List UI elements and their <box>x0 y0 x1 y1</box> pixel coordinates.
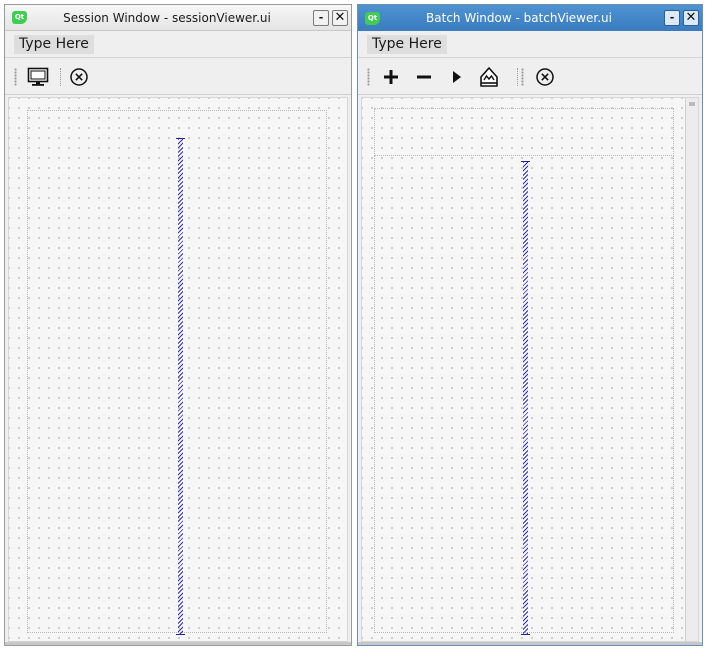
play-icon[interactable] <box>446 66 468 88</box>
plus-icon[interactable] <box>380 66 402 88</box>
vertical-spacer[interactable] <box>521 161 530 635</box>
menu-type-here[interactable]: Type Here <box>14 35 94 54</box>
batch-window: Qt Batch Window - batchViewer.ui - ✕ Typ… <box>357 4 703 646</box>
close-button[interactable]: ✕ <box>683 10 699 26</box>
qt-logo-icon: Qt <box>12 11 27 24</box>
minus-icon[interactable] <box>413 66 435 88</box>
toolbar-grip[interactable] <box>367 68 370 86</box>
vertical-spacer[interactable] <box>176 138 185 635</box>
session-toolbar <box>5 59 351 95</box>
batch-window-titlebar[interactable]: Qt Batch Window - batchViewer.ui - ✕ <box>358 5 702 31</box>
close-button[interactable]: ✕ <box>332 9 348 26</box>
session-window: Qt Session Window - sessionViewer.ui - ✕… <box>4 4 352 646</box>
monitor-icon[interactable] <box>27 66 49 88</box>
batch-toolbar <box>358 59 702 95</box>
toolbar-separator <box>60 68 62 86</box>
layout-frame-top <box>374 108 674 156</box>
session-window-title: Session Window - sessionViewer.ui <box>63 10 271 25</box>
minimize-button[interactable]: - <box>313 9 329 26</box>
window-bottom-edge <box>358 642 702 645</box>
menu-type-here[interactable]: Type Here <box>367 35 447 54</box>
minimize-button[interactable]: - <box>664 10 680 26</box>
clip-marker-icon[interactable] <box>478 66 500 88</box>
qt-logo-icon: Qt <box>365 11 380 25</box>
session-form-canvas[interactable] <box>8 97 348 642</box>
batch-menubar: Type Here <box>358 32 702 58</box>
session-menubar: Type Here <box>5 32 351 58</box>
scrollbar[interactable] <box>685 98 698 641</box>
window-bottom-edge <box>5 642 351 645</box>
toolbar-grip[interactable] <box>14 68 17 86</box>
toolbar-grip[interactable] <box>521 68 524 86</box>
session-window-titlebar[interactable]: Qt Session Window - sessionViewer.ui - ✕ <box>5 5 351 31</box>
batch-window-title: Batch Window - batchViewer.ui <box>426 11 612 25</box>
stop-circle-icon[interactable] <box>68 66 90 88</box>
toolbar-separator <box>517 68 519 86</box>
stop-circle-icon[interactable] <box>534 66 556 88</box>
batch-form-canvas[interactable] <box>361 97 699 642</box>
